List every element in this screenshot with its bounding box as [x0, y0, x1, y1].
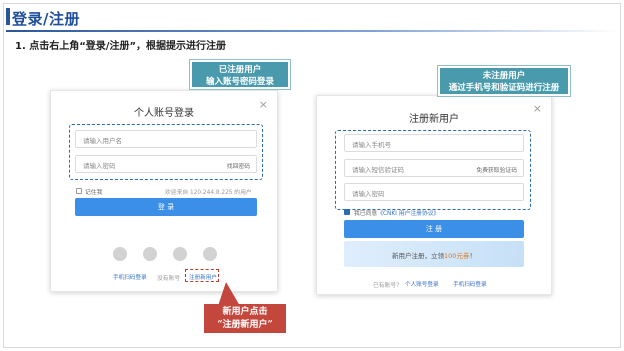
unregistered-user-callout: 未注册用户 通过手机号和验证码进行注册: [438, 66, 570, 96]
forgot-password-link[interactable]: 找回密码: [227, 161, 250, 170]
wechat-icon[interactable]: [143, 247, 157, 261]
register-password-placeholder: 请输入密码: [352, 190, 385, 198]
register-title: 注册新用户: [409, 114, 459, 125]
register-button[interactable]: 注 册: [344, 220, 524, 238]
register-link-highlight: [185, 269, 219, 282]
agree-terms-link[interactable]: 《CNKI 用户注册协议》: [377, 211, 439, 217]
have-account-label: 已有账号？: [373, 283, 402, 289]
callout-pointer-arrow: [218, 282, 240, 306]
register-phone-login-link[interactable]: 手机扫码登录: [453, 280, 487, 288]
title-accent-bar: [6, 8, 10, 25]
close-icon[interactable]: ×: [533, 103, 542, 114]
login-dialog: 个人账号登录 × 请输入用户名 请输入密码 找回密码 记住我 欢迎来自 120.…: [50, 90, 278, 292]
phone-field[interactable]: 请输入手机号: [344, 134, 524, 152]
remember-label: 记住我: [85, 190, 103, 196]
title-divider: [6, 30, 618, 32]
password-placeholder: 请输入密码: [83, 162, 116, 170]
other-login-icon[interactable]: [203, 247, 217, 261]
register-password-field[interactable]: 请输入密码: [344, 183, 524, 201]
login-button[interactable]: 登 录: [75, 198, 257, 216]
weibo-icon[interactable]: [173, 247, 187, 261]
remember-checkbox[interactable]: [76, 188, 82, 194]
phone-login-link[interactable]: 手机扫码登录: [113, 273, 147, 281]
sms-placeholder: 请输入短信验证码: [352, 166, 404, 174]
agree-label: 我已同意《CNKI 用户注册协议》: [354, 211, 440, 217]
password-field[interactable]: 请输入密码 找回密码: [75, 155, 257, 173]
promo-banner[interactable]: 新用户注册，立领100元券！: [344, 241, 524, 267]
username-field[interactable]: 请输入用户名: [75, 130, 257, 148]
step-instruction: 1. 点击右上角“登录/注册”，根据提示进行注册: [15, 41, 227, 52]
register-dialog: 注册新用户 × 请输入手机号 请输入短信验证码 免费获取验证码 请输入密码 我已…: [316, 95, 552, 295]
new-user-callout: 新用户点击 “注册新用户”: [204, 304, 286, 333]
get-code-button[interactable]: 免费获取验证码: [476, 165, 517, 174]
login-title: 个人账号登录: [134, 108, 194, 119]
qq-icon[interactable]: [113, 247, 127, 261]
username-placeholder: 请输入用户名: [83, 137, 122, 145]
sms-code-field[interactable]: 请输入短信验证码 免费获取验证码: [344, 159, 524, 177]
slide-title: 登录/注册: [12, 10, 80, 28]
no-account-label: 没有账号: [157, 276, 181, 282]
close-icon[interactable]: ×: [259, 99, 268, 110]
phone-placeholder: 请输入手机号: [352, 141, 391, 149]
registered-user-callout: 已注册用户 输入账号密码登录: [190, 60, 290, 89]
agree-checkbox[interactable]: [344, 209, 350, 215]
personal-login-link[interactable]: 个人账号登录: [405, 280, 439, 288]
welcome-text: 欢迎来自 120.244.8.225 的用户: [165, 190, 252, 196]
